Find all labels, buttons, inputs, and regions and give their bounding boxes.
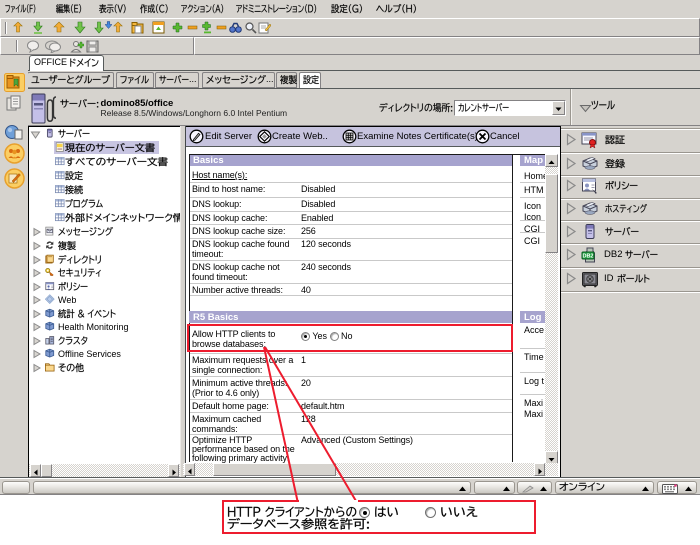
svg-text:DB2: DB2 xyxy=(582,254,593,260)
